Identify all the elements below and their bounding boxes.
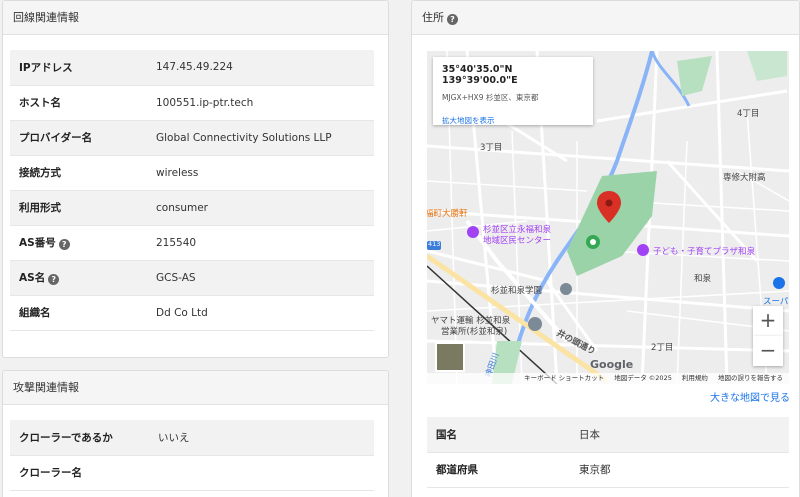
view-big-map-link[interactable]: 大きな地図で見る [710,389,790,404]
terms-link[interactable]: 利用規約 [682,374,708,382]
row-label: ホスト名 [10,85,156,121]
row-label: IPアドレス [10,50,156,86]
map-label: 4丁目 [737,109,760,119]
view-larger-map-link[interactable]: 拡大地図を表示 [442,115,584,126]
map-label: 子ども・子育てプラザ和泉 [653,247,756,257]
question-circle-icon[interactable]: ? [58,239,70,250]
table-row: プロバイダー名 Global Connectivity Solutions LL… [10,120,374,156]
report-error-link[interactable]: 地図の誤りを報告する [718,374,783,382]
map-label: 杉並和泉学園 [491,286,543,296]
row-value: 100551.ip-ptr.tech [156,85,374,121]
table-row: クローラー名 [10,455,374,491]
row-value: いいえ [158,420,374,456]
map-info-card: 35°40'35.0"N 139°39'00.0"E MJGX+HX9 杉並区、… [433,57,593,125]
row-value [158,455,374,491]
map-label: 413 [428,240,441,248]
table-row: IPアドレス 147.45.49.224 [10,50,374,86]
map-data-text: 地図データ ©2025 [614,374,672,382]
map-label: 営業所(杉並和泉) [441,327,508,337]
attack-info-table: クローラーであるか いいえ クローラー名 [10,420,374,491]
question-circle-icon[interactable]: ? [447,14,458,25]
map-coordinates: 35°40'35.0"N 139°39'00.0"E [442,64,518,86]
table-row: AS名? GCS-AS [10,260,374,296]
row-label: 接続方式 [10,155,156,191]
row-value: 東京都 [579,452,789,488]
address-panel-title: 住所? [412,1,799,35]
keyboard-shortcuts-link[interactable]: キーボード ショートカット [524,374,604,382]
question-circle-icon[interactable]: ? [48,274,60,285]
row-value: 215540 [156,225,374,261]
row-value: 147.45.49.224 [156,50,374,86]
map-label: 3丁目 [480,143,503,153]
row-value: 日本 [579,417,789,453]
map-plus-code: MJGX+HX9 杉並区、東京都 [442,93,539,102]
table-row: クローラーであるか いいえ [10,420,374,456]
row-label: プロバイダー名 [10,120,156,156]
row-value: Global Connectivity Solutions LLP [156,120,374,156]
row-label: 利用形式 [10,190,156,226]
address-info-table: 国名 日本 都道府県 東京都 [427,417,789,488]
table-row: 利用形式 consumer [10,190,374,226]
table-row: 接続方式 wireless [10,155,374,191]
row-value: GCS-AS [156,260,374,296]
row-label: AS名 [19,272,46,284]
row-value: Dd Co Ltd [156,295,374,331]
row-label: AS番号 [19,237,56,249]
table-row: 都道府県 東京都 [427,452,789,488]
map-label: 和泉 [694,274,712,284]
embedded-map[interactable]: 4丁目 3丁目 専修大附高 福町大勝軒 杉並区立永福和泉 地域区民センター 子ど… [427,51,789,384]
map-footer: キーボード ショートカット 地図データ ©2025 利用規約 地図の誤りを報告す… [427,373,789,384]
table-row: 国名 日本 [427,417,789,453]
zoom-in-button[interactable]: + [753,306,783,336]
row-label: クローラーであるか [10,420,158,456]
satellite-toggle-button[interactable] [435,342,465,372]
row-value: consumer [156,190,374,226]
row-label: クローラー名 [10,455,158,491]
row-label: 組織名 [10,295,156,331]
row-label: 国名 [427,417,579,453]
address-title-text: 住所 [422,11,444,24]
map-label: 専修大附高 [723,173,766,183]
network-panel-title: 回線関連情報 [3,1,388,35]
zoom-out-button[interactable]: − [753,336,783,366]
row-value: wireless [156,155,374,191]
map-label: 2丁目 [651,343,674,353]
google-logo: Google [590,358,634,371]
table-row: 組織名 Dd Co Ltd [10,295,374,331]
map-label: 地域区民センター [483,236,552,246]
attack-panel-title: 攻撃関連情報 [3,371,388,405]
table-row: ホスト名 100551.ip-ptr.tech [10,85,374,121]
row-label: 都道府県 [427,452,579,488]
network-info-table: IPアドレス 147.45.49.224 ホスト名 100551.ip-ptr.… [10,50,374,331]
table-row: AS番号? 215540 [10,225,374,261]
map-label: 福町大勝軒 [427,209,468,219]
